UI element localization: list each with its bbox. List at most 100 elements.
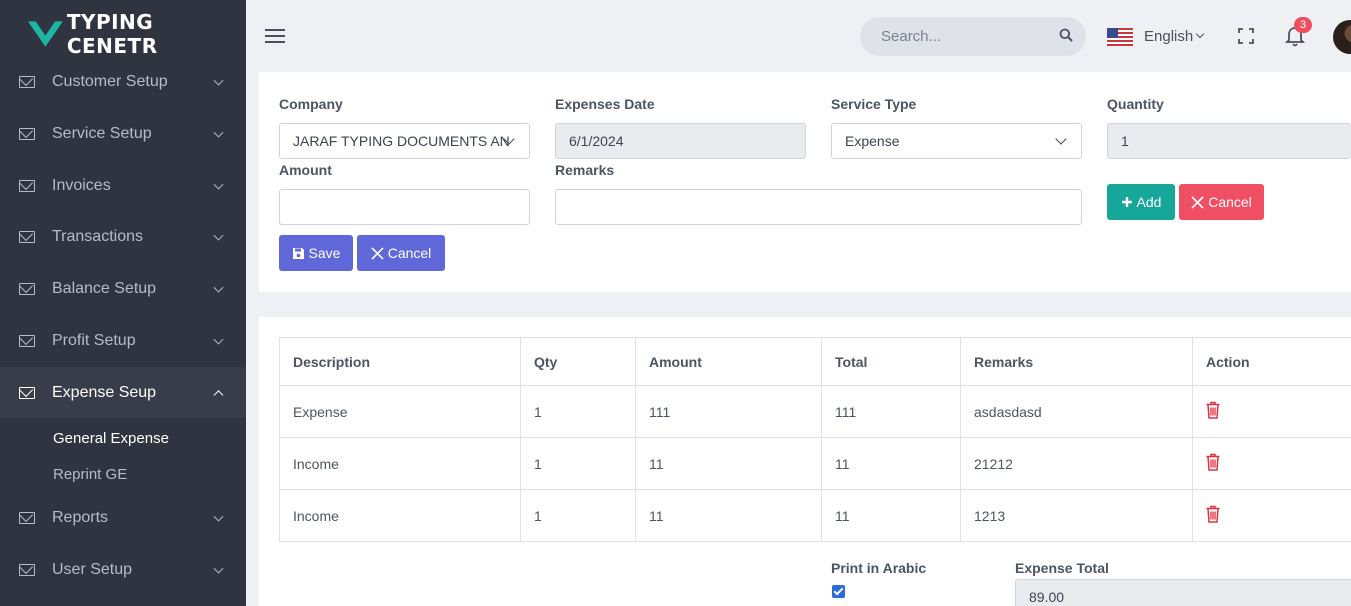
- cancel-item-button[interactable]: Cancel: [1179, 184, 1264, 220]
- close-icon: [371, 246, 384, 260]
- expense-table: Description Qty Amount Total Remarks Act…: [279, 337, 1351, 542]
- hamburger-icon[interactable]: [265, 29, 285, 43]
- expenses-date-label: Expenses Date: [555, 96, 655, 112]
- sidebar-item-label: Reports: [52, 508, 109, 526]
- logo-icon: [27, 20, 63, 47]
- expenses-date-field[interactable]: 6/1/2024: [555, 123, 806, 159]
- expense-table-card: Description Qty Amount Total Remarks Act…: [259, 317, 1351, 606]
- cell-total: 11: [821, 437, 961, 490]
- chevron-down-icon: [213, 75, 224, 86]
- notification-badge: 3: [1294, 17, 1312, 33]
- chevron-down-icon: [1055, 133, 1067, 145]
- company-value: JARAF TYPING DOCUMENTS AN: [293, 133, 510, 149]
- table-row: Expense 1 111 111 asdasdasd: [279, 385, 1351, 438]
- add-button-label: Add: [1136, 194, 1162, 210]
- cell-description: Income: [279, 489, 521, 542]
- cell-total: 11: [821, 489, 961, 542]
- search-input[interactable]: Search...: [860, 17, 1086, 56]
- quantity-field[interactable]: 1: [1107, 123, 1351, 159]
- cell-amount: 111: [635, 385, 822, 438]
- sidebar-item-reports[interactable]: Reports: [0, 492, 246, 543]
- cell-amount: 11: [635, 489, 822, 542]
- save-icon: [292, 247, 304, 259]
- language-selector[interactable]: English: [1144, 28, 1193, 45]
- column-header: Qty: [520, 337, 636, 386]
- chevron-up-icon: [213, 389, 224, 400]
- service-type-select[interactable]: Expense: [831, 123, 1082, 159]
- sidebar-item-label: Service Setup: [52, 124, 152, 142]
- sidebar-item-invoices[interactable]: Invoices: [0, 160, 246, 211]
- table-header-row: Description Qty Amount Total Remarks Act…: [279, 337, 1351, 386]
- cell-total: 111: [821, 385, 961, 438]
- cell-remarks: 1213: [960, 489, 1193, 542]
- mail-icon: [19, 511, 35, 524]
- expense-form: Company JARAF TYPING DOCUMENTS AN Expens…: [259, 72, 1351, 292]
- table-row: Income 1 11 11 1213: [279, 489, 1351, 542]
- service-type-value: Expense: [845, 133, 900, 149]
- sidebar-item-profit-setup[interactable]: Profit Setup: [0, 315, 246, 366]
- sidebar-item-label: Balance Setup: [52, 279, 157, 297]
- company-select[interactable]: JARAF TYPING DOCUMENTS AN: [279, 123, 530, 159]
- save-button-label: Save: [308, 245, 341, 261]
- avatar[interactable]: [1333, 20, 1351, 54]
- sidebar-subitem-general-expense[interactable]: General Expense: [53, 430, 169, 447]
- cell-qty: 1: [520, 489, 636, 542]
- cancel-button-label: Cancel: [387, 245, 432, 261]
- sidebar-item-user-setup[interactable]: User Setup: [0, 544, 246, 595]
- sidebar-item-transactions[interactable]: Transactions: [0, 211, 246, 262]
- expense-total-field: 89.00: [1015, 579, 1351, 606]
- mail-icon: [19, 230, 35, 243]
- sidebar-item-label: Customer Setup: [52, 72, 168, 90]
- cancel-button[interactable]: Cancel: [357, 235, 445, 271]
- cell-description: Expense: [279, 385, 521, 438]
- sidebar-item-label: Expense Seup: [52, 383, 157, 401]
- cell-description: Income: [279, 437, 521, 490]
- sidebar-item-balance-setup[interactable]: Balance Setup: [0, 263, 246, 314]
- trash-icon[interactable]: [1206, 453, 1220, 471]
- chevron-down-icon: [213, 563, 224, 574]
- sidebar-item-customer-setup[interactable]: Customer Setup: [0, 56, 246, 107]
- amount-field[interactable]: [279, 189, 530, 225]
- mail-icon: [19, 282, 35, 295]
- chevron-down-icon: [213, 127, 224, 138]
- chevron-down-icon: [213, 230, 224, 241]
- sidebar-item-label: Invoices: [52, 176, 111, 194]
- add-button[interactable]: Add: [1107, 184, 1175, 220]
- cell-remarks: 21212: [960, 437, 1193, 490]
- column-header: Remarks: [960, 337, 1193, 386]
- sidebar-item-label: Transactions: [52, 227, 143, 245]
- print-arabic-checkbox[interactable]: [832, 585, 845, 598]
- search-icon[interactable]: [1059, 28, 1073, 42]
- company-label: Company: [279, 96, 343, 112]
- mail-icon: [19, 75, 35, 88]
- quantity-label: Quantity: [1107, 96, 1164, 112]
- column-header: Action: [1192, 337, 1351, 386]
- cell-action: [1192, 437, 1351, 490]
- cancel-item-label: Cancel: [1208, 194, 1252, 210]
- column-header: Description: [279, 337, 521, 386]
- trash-icon[interactable]: [1206, 505, 1220, 523]
- sidebar-subitem-reprint-ge[interactable]: Reprint GE: [53, 466, 127, 483]
- chevron-down-icon: [213, 179, 224, 190]
- save-button[interactable]: Save: [279, 235, 353, 271]
- mail-icon: [19, 563, 35, 576]
- chevron-down-icon: [213, 511, 224, 522]
- chevron-down-icon: [1195, 29, 1205, 39]
- remarks-field[interactable]: [555, 189, 1082, 225]
- cell-qty: 1: [520, 385, 636, 438]
- sidebar-item-service-setup[interactable]: Service Setup: [0, 108, 246, 159]
- column-header: Amount: [635, 337, 822, 386]
- sidebar-item-label: User Setup: [52, 560, 133, 578]
- mail-icon: [19, 386, 35, 399]
- cell-action: [1192, 489, 1351, 542]
- chevron-down-icon: [213, 282, 224, 293]
- us-flag-icon[interactable]: [1107, 28, 1133, 46]
- mail-icon: [19, 127, 35, 140]
- sidebar-item-expense-setup[interactable]: Expense Seup: [0, 367, 246, 418]
- chevron-down-icon: [213, 334, 224, 345]
- trash-icon[interactable]: [1206, 401, 1220, 419]
- cell-action: [1192, 385, 1351, 438]
- fullscreen-icon[interactable]: [1238, 28, 1254, 44]
- table-row: Income 1 11 11 21212: [279, 437, 1351, 490]
- app-name: TYPING CENETR: [66, 10, 158, 58]
